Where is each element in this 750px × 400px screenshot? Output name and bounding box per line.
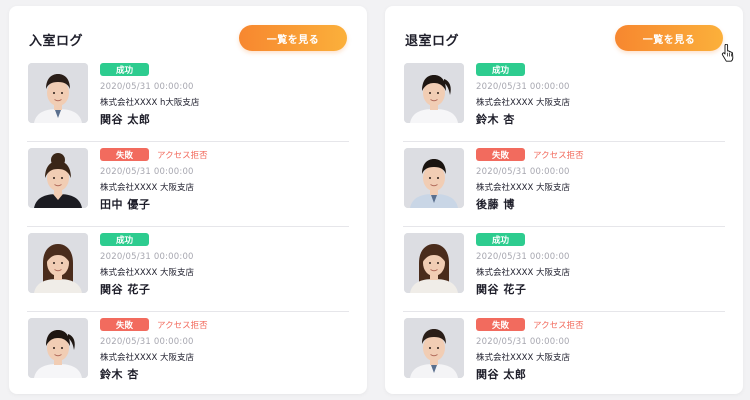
status-badge: 成功	[476, 233, 525, 246]
status-badge: 成功	[100, 233, 149, 246]
failure-reason: アクセス拒否	[157, 320, 208, 331]
failure-reason: アクセス拒否	[533, 320, 584, 331]
status-badge: 成功	[476, 63, 525, 76]
timestamp: 2020/05/31 00:00:00	[476, 167, 570, 177]
timestamp: 2020/05/31 00:00:00	[100, 337, 194, 347]
log-entry[interactable]: 成功 2020/05/31 00:00:00 株式会社XXXX 大阪支店 関谷 …	[403, 227, 725, 312]
log-entry[interactable]: 失敗 アクセス拒否 2020/05/31 00:00:00 株式会社XXXX 大…	[27, 312, 349, 397]
log-entry[interactable]: 成功 2020/05/31 00:00:00 株式会社XXXX 大阪支店 関谷 …	[27, 227, 349, 312]
location: 株式会社XXXX 大阪支店	[476, 183, 570, 193]
person-name: 関谷 太郎	[476, 368, 527, 381]
timestamp: 2020/05/31 00:00:00	[100, 167, 194, 177]
exit-log-panel: 退室ログ 一覧を見る 成功 2020/05/31 00:00:00 株式会社XX…	[385, 6, 743, 394]
avatar	[404, 148, 464, 208]
status-badge: 失敗	[100, 318, 149, 331]
avatar	[404, 318, 464, 378]
person-name: 関谷 花子	[476, 283, 527, 296]
failure-reason: アクセス拒否	[157, 150, 208, 161]
location: 株式会社XXXX h大阪支店	[100, 98, 200, 108]
avatar	[28, 63, 88, 123]
hand-pointer-icon	[721, 44, 734, 62]
timestamp: 2020/05/31 00:00:00	[476, 252, 570, 262]
timestamp: 2020/05/31 00:00:00	[476, 337, 570, 347]
log-entry[interactable]: 失敗 アクセス拒否 2020/05/31 00:00:00 株式会社XXXX 大…	[403, 312, 725, 397]
avatar	[28, 318, 88, 378]
person-name: 鈴木 杏	[476, 113, 515, 126]
status-badge: 失敗	[100, 148, 149, 161]
entry-log-panel: 入室ログ 一覧を見る 成功 2020/05/31 00:00:00 株式会社XX…	[9, 6, 367, 394]
avatar	[28, 233, 88, 293]
avatar	[404, 63, 464, 123]
timestamp: 2020/05/31 00:00:00	[100, 252, 194, 262]
person-name: 後藤 博	[476, 198, 515, 211]
person-name: 田中 優子	[100, 198, 151, 211]
log-list: 成功 2020/05/31 00:00:00 株式会社XXXX 大阪支店 鈴木 …	[403, 57, 725, 397]
log-entry[interactable]: 成功 2020/05/31 00:00:00 株式会社XXXX h大阪支店 関谷…	[27, 57, 349, 142]
avatar	[404, 233, 464, 293]
location: 株式会社XXXX 大阪支店	[476, 98, 570, 108]
status-badge: 失敗	[476, 318, 525, 331]
status-badge: 成功	[100, 63, 149, 76]
log-entry[interactable]: 失敗 アクセス拒否 2020/05/31 00:00:00 株式会社XXXX 大…	[403, 142, 725, 227]
status-badge: 失敗	[476, 148, 525, 161]
view-all-button[interactable]: 一覧を見る	[239, 25, 347, 51]
log-entry[interactable]: 成功 2020/05/31 00:00:00 株式会社XXXX 大阪支店 鈴木 …	[403, 57, 725, 142]
location: 株式会社XXXX 大阪支店	[476, 268, 570, 278]
log-entry[interactable]: 失敗 アクセス拒否 2020/05/31 00:00:00 株式会社XXXX 大…	[27, 142, 349, 227]
avatar	[28, 148, 88, 208]
location: 株式会社XXXX 大阪支店	[476, 353, 570, 363]
person-name: 関谷 太郎	[100, 113, 151, 126]
timestamp: 2020/05/31 00:00:00	[476, 82, 570, 92]
person-name: 関谷 花子	[100, 283, 151, 296]
panel-title: 入室ログ	[29, 34, 84, 49]
location: 株式会社XXXX 大阪支店	[100, 353, 194, 363]
view-all-button[interactable]: 一覧を見る	[615, 25, 723, 51]
log-list: 成功 2020/05/31 00:00:00 株式会社XXXX h大阪支店 関谷…	[27, 57, 349, 397]
location: 株式会社XXXX 大阪支店	[100, 183, 194, 193]
failure-reason: アクセス拒否	[533, 150, 584, 161]
person-name: 鈴木 杏	[100, 368, 139, 381]
location: 株式会社XXXX 大阪支店	[100, 268, 194, 278]
timestamp: 2020/05/31 00:00:00	[100, 82, 194, 92]
panel-title: 退室ログ	[405, 34, 460, 49]
